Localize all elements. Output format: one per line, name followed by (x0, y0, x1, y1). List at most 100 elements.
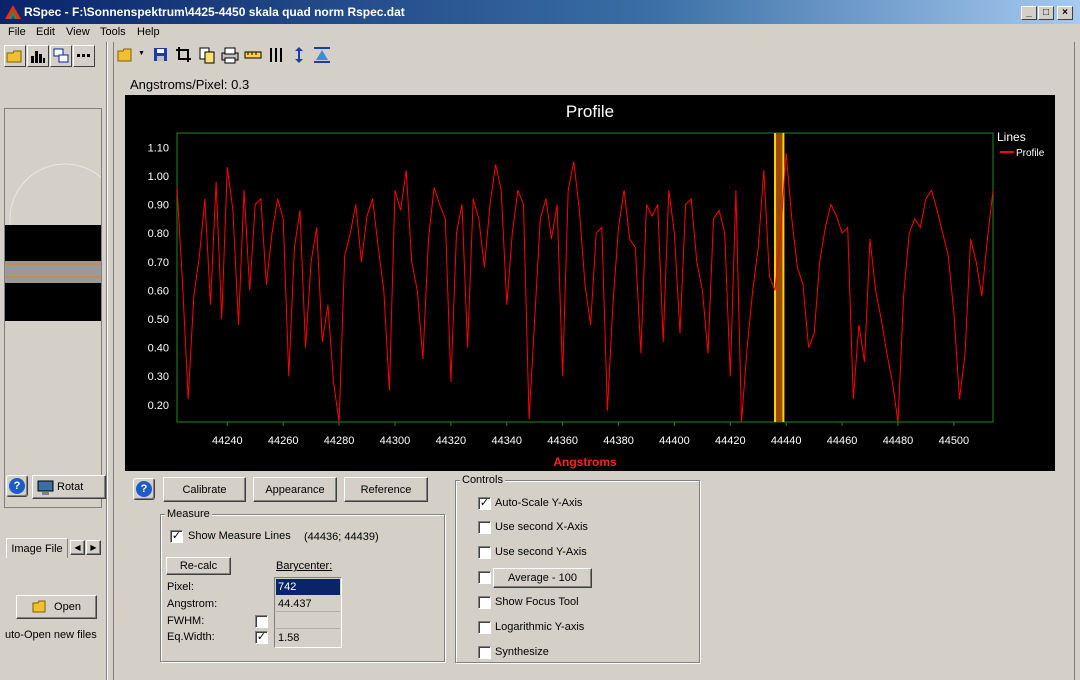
title-bar: RSpec - F:\Sonnenspektrum\4425-4450 skal… (0, 0, 1080, 24)
second-y-axis-label[interactable]: Use second Y-Axis (495, 546, 587, 558)
controls-group-title: Controls (460, 474, 505, 486)
image-preview[interactable] (4, 108, 102, 508)
print-tool-button[interactable] (221, 46, 239, 64)
vertical-arrows-icon (295, 47, 303, 63)
open-file-button[interactable]: Open (16, 595, 97, 619)
focus-tool-checkbox[interactable] (478, 596, 491, 609)
pixel-value[interactable]: 742 (276, 579, 340, 595)
histogram-tool-button[interactable] (27, 45, 49, 67)
eqwidth-checkbox[interactable]: ✓ (255, 631, 268, 644)
vertical-fit-tool-button[interactable] (290, 46, 308, 64)
y-tick-label: 0.40 (148, 343, 169, 355)
open-tool-button[interactable] (117, 46, 135, 64)
y-tick-label: 1.00 (148, 171, 169, 183)
rotate-button[interactable]: Rotat (32, 475, 106, 499)
second-y-axis-checkbox[interactable] (478, 546, 491, 559)
left-divider-light (107, 42, 108, 680)
triangle-right-icon: ▶ (90, 543, 97, 552)
profile-chart-svg[interactable]: Profile 0.20 0.30 0.40 0.50 0.60 0.70 0.80 0.90… (125, 95, 1055, 471)
monitor-icon (37, 480, 54, 495)
maximize-button[interactable]: □ (1038, 6, 1054, 20)
windows-tool-button[interactable] (50, 45, 72, 67)
grid-dots-icon (77, 54, 90, 57)
appearance-button[interactable]: Appearance (253, 477, 337, 502)
open-folder-icon (117, 48, 132, 62)
second-x-axis-label[interactable]: Use second X-Axis (495, 521, 588, 533)
focus-tool-label[interactable]: Show Focus Tool (495, 596, 579, 608)
legend-title: Lines (997, 130, 1026, 144)
y-tick-label: 0.50 (148, 314, 169, 326)
calibrate-button[interactable]: Calibrate (163, 477, 246, 502)
help-button-left[interactable]: ? (6, 475, 28, 497)
x-tick-label: 44320 (436, 435, 467, 447)
histogram-icon (31, 51, 45, 63)
profile-chart[interactable]: Profile 0.20 0.30 0.40 0.50 0.60 0.70 0.80 0.90… (125, 95, 1055, 471)
rotate-label: Rotat (57, 481, 84, 493)
save-tool-button[interactable] (152, 46, 170, 64)
lines-tool-button[interactable] (267, 46, 285, 64)
menu-view[interactable]: View (66, 26, 90, 38)
profile-series-line (176, 152, 994, 423)
log-y-axis-label[interactable]: Logarithmic Y-axis (495, 621, 584, 633)
menu-file[interactable]: File (8, 26, 26, 38)
show-measure-lines-label[interactable]: Show Measure Lines (188, 530, 291, 542)
x-tick-label: 44360 (547, 435, 578, 447)
menu-help[interactable]: Help (137, 26, 160, 38)
peak-tool-button[interactable] (313, 46, 331, 64)
eqwidth-value[interactable]: 1.58 (276, 630, 340, 646)
tab-scroll-right-button[interactable]: ▶ (86, 540, 101, 555)
auto-scale-y-label[interactable]: Auto-Scale Y-Axis (495, 497, 582, 509)
windows-icon (53, 48, 69, 63)
fwhm-value[interactable] (276, 613, 340, 629)
x-tick-label: 44240 (212, 435, 243, 447)
auto-open-label[interactable]: uto-Open new files (5, 629, 97, 641)
x-tick-label: 44260 (268, 435, 299, 447)
y-tick-label: 0.90 (148, 200, 169, 212)
menu-tools[interactable]: Tools (100, 26, 126, 38)
ruler-icon (244, 51, 262, 59)
tab-scroll-left-button[interactable]: ◀ (70, 540, 85, 555)
tab-image-file[interactable]: Image File (6, 538, 68, 558)
measure-range-value: (44436; 44439) (304, 531, 379, 543)
x-tick-label: 44380 (603, 435, 634, 447)
window-title: RSpec - F:\Sonnenspektrum\4425-4450 skal… (24, 5, 405, 19)
x-tick-label: 44400 (659, 435, 690, 447)
grid-tool-button[interactable] (73, 45, 95, 67)
synthesize-label[interactable]: Synthesize (495, 646, 549, 658)
x-tick-label: 44420 (715, 435, 746, 447)
minimize-button[interactable]: _ (1021, 6, 1037, 20)
fwhm-checkbox[interactable] (255, 615, 268, 628)
menu-bar: File Edit View Tools Help (0, 24, 1080, 42)
open-folder-tool-button[interactable] (4, 45, 26, 67)
menu-edit[interactable]: Edit (36, 26, 55, 38)
log-y-axis-checkbox[interactable] (478, 621, 491, 634)
recalc-button[interactable]: Re-calc (166, 557, 231, 575)
open-file-label: Open (54, 601, 81, 613)
eqwidth-label: Eq.Width: (167, 631, 215, 643)
y-tick-label: 0.30 (148, 371, 169, 383)
y-tick-label: 0.20 (148, 400, 169, 412)
x-tick-label: 44500 (939, 435, 970, 447)
y-tick-label: 0.70 (148, 257, 169, 269)
open-dropdown-arrow[interactable]: ▼ (138, 50, 145, 57)
pixel-label: Pixel: (167, 581, 194, 593)
dropdown-arrow-icon: ▼ (138, 50, 145, 57)
measure-group-title: Measure (165, 508, 212, 520)
second-x-axis-checkbox[interactable] (478, 521, 491, 534)
auto-scale-y-checkbox[interactable]: ✓ (478, 497, 491, 510)
plot-area[interactable] (176, 132, 994, 423)
synthesize-checkbox[interactable] (478, 646, 491, 659)
average-checkbox[interactable] (478, 571, 491, 584)
copy-tool-button[interactable] (198, 46, 216, 64)
help-icon: ? (9, 478, 25, 494)
help-button[interactable]: ? (133, 478, 155, 500)
vertical-lines-icon (270, 48, 282, 62)
printer-icon (221, 47, 239, 64)
reference-button[interactable]: Reference (344, 477, 428, 502)
angstrom-value[interactable]: 44.437 (276, 596, 340, 612)
show-measure-lines-checkbox[interactable]: ✓ (170, 530, 183, 543)
close-button[interactable]: × (1057, 6, 1073, 20)
average-button[interactable]: Average - 100 (493, 568, 592, 588)
scale-tool-button[interactable] (244, 46, 262, 64)
crop-tool-button[interactable] (175, 46, 193, 64)
